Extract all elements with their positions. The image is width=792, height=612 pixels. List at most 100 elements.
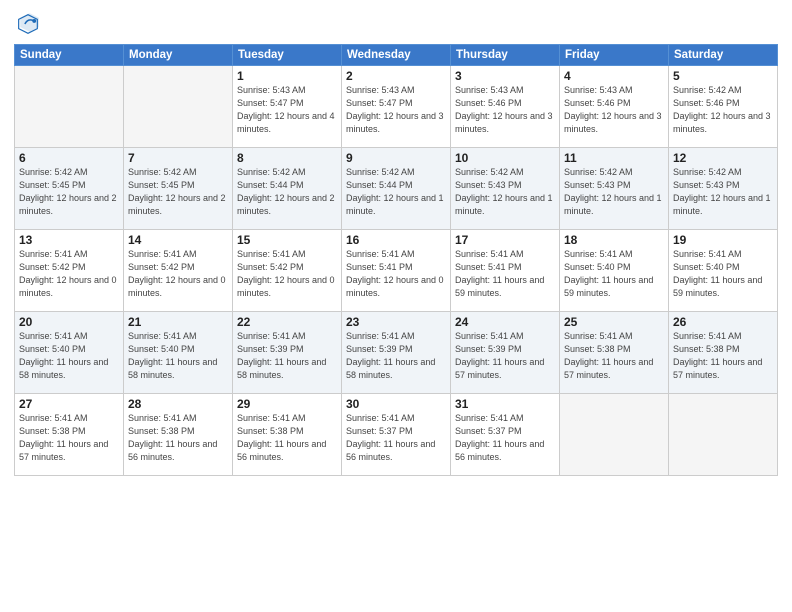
day-number: 2 (346, 69, 446, 83)
day-number: 12 (673, 151, 773, 165)
header (14, 10, 778, 38)
calendar-week-row: 27 Sunrise: 5:41 AMSunset: 5:38 PMDayligh… (15, 394, 778, 476)
day-number: 28 (128, 397, 228, 411)
day-info: Sunrise: 5:41 AMSunset: 5:42 PMDaylight:… (237, 248, 337, 300)
day-number: 25 (564, 315, 664, 329)
calendar-cell: 15Sunrise: 5:41 AMSunset: 5:42 PMDayligh… (233, 230, 342, 312)
day-number: 1 (237, 69, 337, 83)
calendar-cell: 23Sunrise: 5:41 AMSunset: 5:39 PMDayligh… (342, 312, 451, 394)
calendar-cell: 21Sunrise: 5:41 AMSunset: 5:40 PMDayligh… (124, 312, 233, 394)
day-info: Sunrise: 5:41 AMSunset: 5:39 PMDaylight:… (346, 330, 446, 382)
day-number: 10 (455, 151, 555, 165)
day-info: Sunrise: 5:41 AMSunset: 5:38 PMDaylight:… (673, 330, 773, 382)
day-info: Sunrise: 5:42 AMSunset: 5:46 PMDaylight:… (673, 84, 773, 136)
calendar-header-row: SundayMondayTuesdayWednesdayThursdayFrid… (15, 45, 778, 66)
calendar-cell: 28Sunrise: 5:41 AMSunset: 5:38 PMDayligh… (124, 394, 233, 476)
day-info: Sunrise: 5:41 AMSunset: 5:41 PMDaylight:… (455, 248, 555, 300)
day-info: Sunrise: 5:43 AMSunset: 5:47 PMDaylight:… (346, 84, 446, 136)
calendar-cell: 25Sunrise: 5:41 AMSunset: 5:38 PMDayligh… (560, 312, 669, 394)
calendar-cell (124, 66, 233, 148)
calendar-cell: 24Sunrise: 5:41 AMSunset: 5:39 PMDayligh… (451, 312, 560, 394)
calendar-week-row: 1Sunrise: 5:43 AMSunset: 5:47 PMDaylight… (15, 66, 778, 148)
calendar-week-row: 20Sunrise: 5:41 AMSunset: 5:40 PMDayligh… (15, 312, 778, 394)
logo (14, 10, 46, 38)
day-number: 20 (19, 315, 119, 329)
calendar-cell: 27Sunrise: 5:41 AMSunset: 5:38 PMDayligh… (15, 394, 124, 476)
day-number: 7 (128, 151, 228, 165)
calendar-cell: 26Sunrise: 5:41 AMSunset: 5:38 PMDayligh… (669, 312, 778, 394)
day-info: Sunrise: 5:41 AMSunset: 5:40 PMDaylight:… (673, 248, 773, 300)
day-info: Sunrise: 5:41 AMSunset: 5:38 PMDaylight:… (128, 412, 228, 464)
calendar-week-row: 13Sunrise: 5:41 AMSunset: 5:42 PMDayligh… (15, 230, 778, 312)
day-info: Sunrise: 5:41 AMSunset: 5:40 PMDaylight:… (128, 330, 228, 382)
day-info: Sunrise: 5:41 AMSunset: 5:39 PMDaylight:… (237, 330, 337, 382)
calendar-cell: 19Sunrise: 5:41 AMSunset: 5:40 PMDayligh… (669, 230, 778, 312)
calendar-cell: 12Sunrise: 5:42 AMSunset: 5:43 PMDayligh… (669, 148, 778, 230)
day-info: Sunrise: 5:42 AMSunset: 5:43 PMDaylight:… (673, 166, 773, 218)
calendar-cell: 22Sunrise: 5:41 AMSunset: 5:39 PMDayligh… (233, 312, 342, 394)
day-number: 31 (455, 397, 555, 411)
day-info: Sunrise: 5:41 AMSunset: 5:38 PMDaylight:… (237, 412, 337, 464)
calendar-week-row: 6 Sunrise: 5:42 AMSunset: 5:45 PMDaylight… (15, 148, 778, 230)
day-number: 9 (346, 151, 446, 165)
day-number: 13 (19, 233, 119, 247)
calendar-cell: 30Sunrise: 5:41 AMSunset: 5:37 PMDayligh… (342, 394, 451, 476)
calendar-cell: 5Sunrise: 5:42 AMSunset: 5:46 PMDaylight… (669, 66, 778, 148)
day-info: Sunrise: 5:42 AMSunset: 5:44 PMDaylight:… (237, 166, 337, 218)
calendar-cell: 14Sunrise: 5:41 AMSunset: 5:42 PMDayligh… (124, 230, 233, 312)
calendar-day-header: Monday (124, 45, 233, 66)
day-number: 27 (19, 397, 119, 411)
calendar-cell: 2Sunrise: 5:43 AMSunset: 5:47 PMDaylight… (342, 66, 451, 148)
day-info: Sunrise: 5:42 AMSunset: 5:43 PMDaylight:… (455, 166, 555, 218)
day-number: 26 (673, 315, 773, 329)
page: SundayMondayTuesdayWednesdayThursdayFrid… (0, 0, 792, 612)
calendar-cell (15, 66, 124, 148)
day-number: 29 (237, 397, 337, 411)
calendar-cell: 1Sunrise: 5:43 AMSunset: 5:47 PMDaylight… (233, 66, 342, 148)
calendar-cell: 18Sunrise: 5:41 AMSunset: 5:40 PMDayligh… (560, 230, 669, 312)
day-info: Sunrise: 5:41 AMSunset: 5:41 PMDaylight:… (346, 248, 446, 300)
day-info: Sunrise: 5:41 AMSunset: 5:42 PMDaylight:… (128, 248, 228, 300)
day-info: Sunrise: 5:42 AMSunset: 5:45 PMDaylight:… (128, 166, 228, 218)
day-info: Sunrise: 5:41 AMSunset: 5:37 PMDaylight:… (455, 412, 555, 464)
day-number: 24 (455, 315, 555, 329)
day-info: Sunrise: 5:41 AMSunset: 5:40 PMDaylight:… (19, 330, 119, 382)
day-number: 18 (564, 233, 664, 247)
calendar-day-header: Wednesday (342, 45, 451, 66)
calendar-cell: 20Sunrise: 5:41 AMSunset: 5:40 PMDayligh… (15, 312, 124, 394)
day-number: 15 (237, 233, 337, 247)
day-info: Sunrise: 5:41 AMSunset: 5:38 PMDaylight:… (564, 330, 664, 382)
calendar-cell (560, 394, 669, 476)
day-number: 19 (673, 233, 773, 247)
day-info: Sunrise: 5:41 AMSunset: 5:42 PMDaylight:… (19, 248, 119, 300)
day-info: Sunrise: 5:41 AMSunset: 5:39 PMDaylight:… (455, 330, 555, 382)
calendar-cell: 3Sunrise: 5:43 AMSunset: 5:46 PMDaylight… (451, 66, 560, 148)
day-info: Sunrise: 5:43 AMSunset: 5:46 PMDaylight:… (564, 84, 664, 136)
day-info: Sunrise: 5:43 AMSunset: 5:46 PMDaylight:… (455, 84, 555, 136)
day-number: 17 (455, 233, 555, 247)
day-number: 6 (19, 151, 119, 165)
day-info: Sunrise: 5:43 AMSunset: 5:47 PMDaylight:… (237, 84, 337, 136)
calendar-cell: 4Sunrise: 5:43 AMSunset: 5:46 PMDaylight… (560, 66, 669, 148)
calendar-cell: 17Sunrise: 5:41 AMSunset: 5:41 PMDayligh… (451, 230, 560, 312)
calendar-cell: 13Sunrise: 5:41 AMSunset: 5:42 PMDayligh… (15, 230, 124, 312)
day-number: 16 (346, 233, 446, 247)
day-number: 11 (564, 151, 664, 165)
calendar-cell: 31Sunrise: 5:41 AMSunset: 5:37 PMDayligh… (451, 394, 560, 476)
calendar-cell: 9Sunrise: 5:42 AMSunset: 5:44 PMDaylight… (342, 148, 451, 230)
generalblue-logo-icon (14, 10, 42, 38)
calendar-cell: 11Sunrise: 5:42 AMSunset: 5:43 PMDayligh… (560, 148, 669, 230)
calendar-cell: 16Sunrise: 5:41 AMSunset: 5:41 PMDayligh… (342, 230, 451, 312)
day-number: 3 (455, 69, 555, 83)
calendar-cell: 29Sunrise: 5:41 AMSunset: 5:38 PMDayligh… (233, 394, 342, 476)
day-info: Sunrise: 5:42 AMSunset: 5:44 PMDaylight:… (346, 166, 446, 218)
day-info: Sunrise: 5:42 AMSunset: 5:43 PMDaylight:… (564, 166, 664, 218)
calendar-table: SundayMondayTuesdayWednesdayThursdayFrid… (14, 44, 778, 476)
day-number: 4 (564, 69, 664, 83)
day-number: 23 (346, 315, 446, 329)
calendar-day-header: Tuesday (233, 45, 342, 66)
day-number: 21 (128, 315, 228, 329)
day-number: 14 (128, 233, 228, 247)
day-number: 30 (346, 397, 446, 411)
calendar-day-header: Saturday (669, 45, 778, 66)
